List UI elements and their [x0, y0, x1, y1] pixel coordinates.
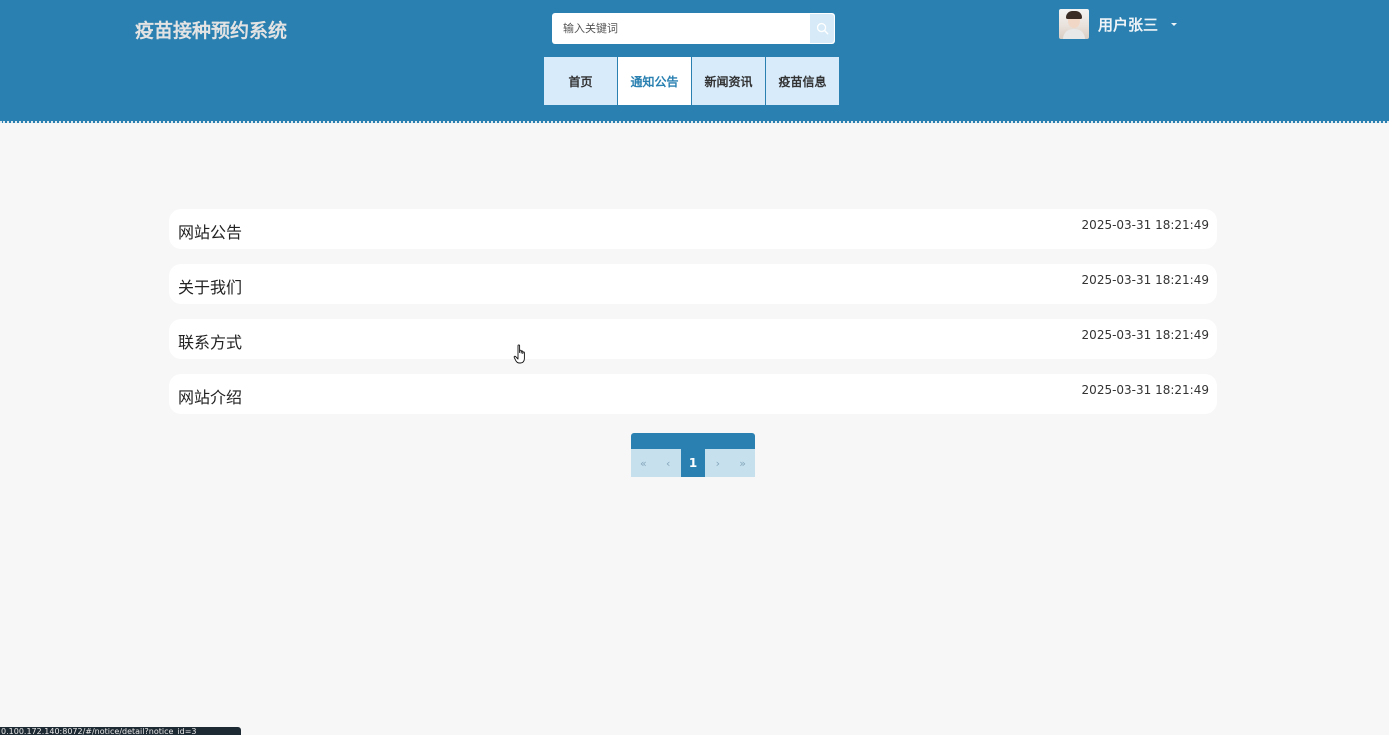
main-nav: 首页 通知公告 新闻资讯 疫苗信息 — [544, 57, 840, 105]
first-page-button[interactable]: « — [631, 449, 656, 477]
notice-time: 2025-03-31 18:21:49 — [1081, 383, 1209, 397]
list-item[interactable]: 联系方式 2025-03-31 18:21:49 — [169, 319, 1217, 359]
notice-list: 网站公告 2025-03-31 18:21:49 关于我们 2025-03-31… — [169, 209, 1217, 429]
current-page-button[interactable]: 1 — [680, 449, 706, 477]
hand-pointer-icon — [513, 344, 525, 364]
pagination-controls: « ‹ 1 › » — [631, 449, 755, 477]
notice-time: 2025-03-31 18:21:49 — [1081, 218, 1209, 232]
search-input[interactable] — [552, 13, 809, 44]
pagination: « ‹ 1 › » — [631, 433, 755, 477]
header: 疫苗接种预约系统 用户张三 首页 通知公告 新闻资讯 疫苗信息 — [0, 0, 1389, 123]
user-menu[interactable]: 用户张三 — [1059, 8, 1178, 40]
pagination-header — [631, 433, 755, 449]
caret-down-icon[interactable] — [1171, 22, 1178, 26]
list-item[interactable]: 网站介绍 2025-03-31 18:21:49 — [169, 374, 1217, 414]
nav-item-home[interactable]: 首页 — [544, 57, 617, 105]
nav-item-notices[interactable]: 通知公告 — [618, 57, 691, 105]
search-icon — [816, 22, 828, 35]
notice-time: 2025-03-31 18:21:49 — [1081, 273, 1209, 287]
list-item[interactable]: 关于我们 2025-03-31 18:21:49 — [169, 264, 1217, 304]
notice-title[interactable]: 联系方式 — [178, 329, 242, 353]
nav-item-news[interactable]: 新闻资讯 — [692, 57, 765, 105]
list-item[interactable]: 网站公告 2025-03-31 18:21:49 — [169, 209, 1217, 249]
next-page-button[interactable]: › — [705, 449, 730, 477]
notice-title[interactable]: 网站介绍 — [178, 384, 242, 408]
avatar[interactable] — [1059, 9, 1089, 39]
search-button[interactable] — [810, 14, 834, 43]
notice-title[interactable]: 网站公告 — [178, 219, 242, 243]
notice-title[interactable]: 关于我们 — [178, 274, 242, 298]
last-page-button[interactable]: » — [730, 449, 755, 477]
user-name[interactable]: 用户张三 — [1098, 14, 1158, 35]
notice-time: 2025-03-31 18:21:49 — [1081, 328, 1209, 342]
search-box — [552, 13, 835, 44]
site-title[interactable]: 疫苗接种预约系统 — [135, 16, 287, 43]
nav-item-vaccine-info[interactable]: 疫苗信息 — [766, 57, 839, 105]
prev-page-button[interactable]: ‹ — [656, 449, 681, 477]
status-bar-url: 0.100.172.140:8072/#/notice/detail?notic… — [0, 727, 241, 735]
